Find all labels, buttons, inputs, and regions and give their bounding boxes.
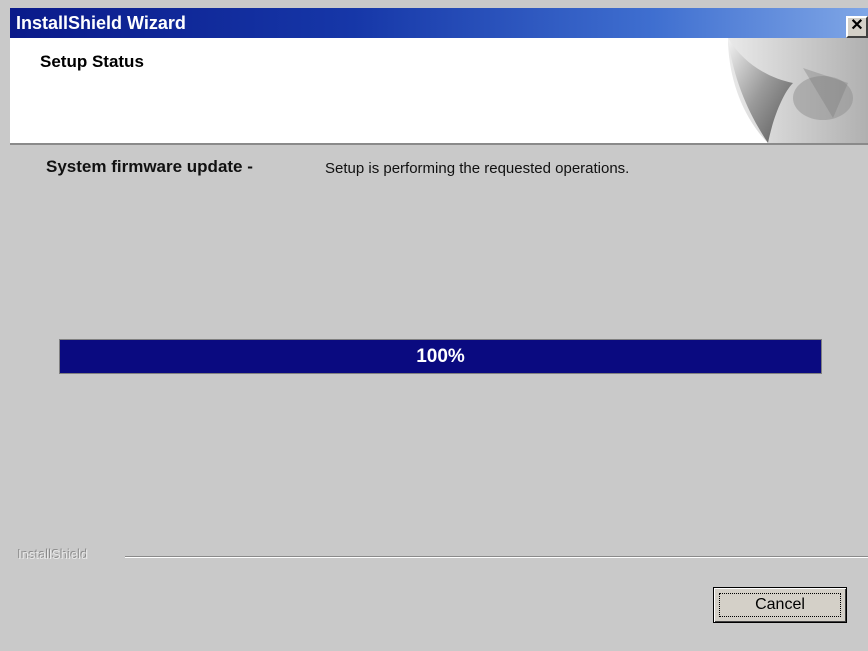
cancel-button[interactable]: Cancel bbox=[713, 587, 847, 623]
status-text: Setup is performing the requested operat… bbox=[325, 160, 630, 177]
progress-bar: 100% bbox=[59, 339, 822, 374]
installshield-brand: InstallShield bbox=[18, 547, 89, 562]
close-button[interactable]: ✕ bbox=[846, 16, 868, 38]
installshield-divider: InstallShield bbox=[10, 545, 868, 565]
divider-line bbox=[125, 556, 868, 558]
cancel-button-label: Cancel bbox=[755, 596, 805, 613]
installshield-window: InstallShield Wizard ✕ Setup Status Syst… bbox=[0, 0, 868, 651]
title-bar[interactable]: InstallShield Wizard ✕ bbox=[10, 8, 868, 38]
close-icon: ✕ bbox=[850, 17, 864, 34]
window-title: InstallShield Wizard bbox=[16, 13, 186, 33]
task-label: System firmware update - bbox=[46, 157, 253, 176]
header-panel: Setup Status bbox=[10, 38, 868, 145]
page-title: Setup Status bbox=[40, 52, 144, 71]
progress-label: 100% bbox=[416, 346, 465, 367]
page-curl-icon bbox=[673, 38, 868, 143]
content-area: System firmware update - Setup is perfor… bbox=[10, 145, 868, 651]
